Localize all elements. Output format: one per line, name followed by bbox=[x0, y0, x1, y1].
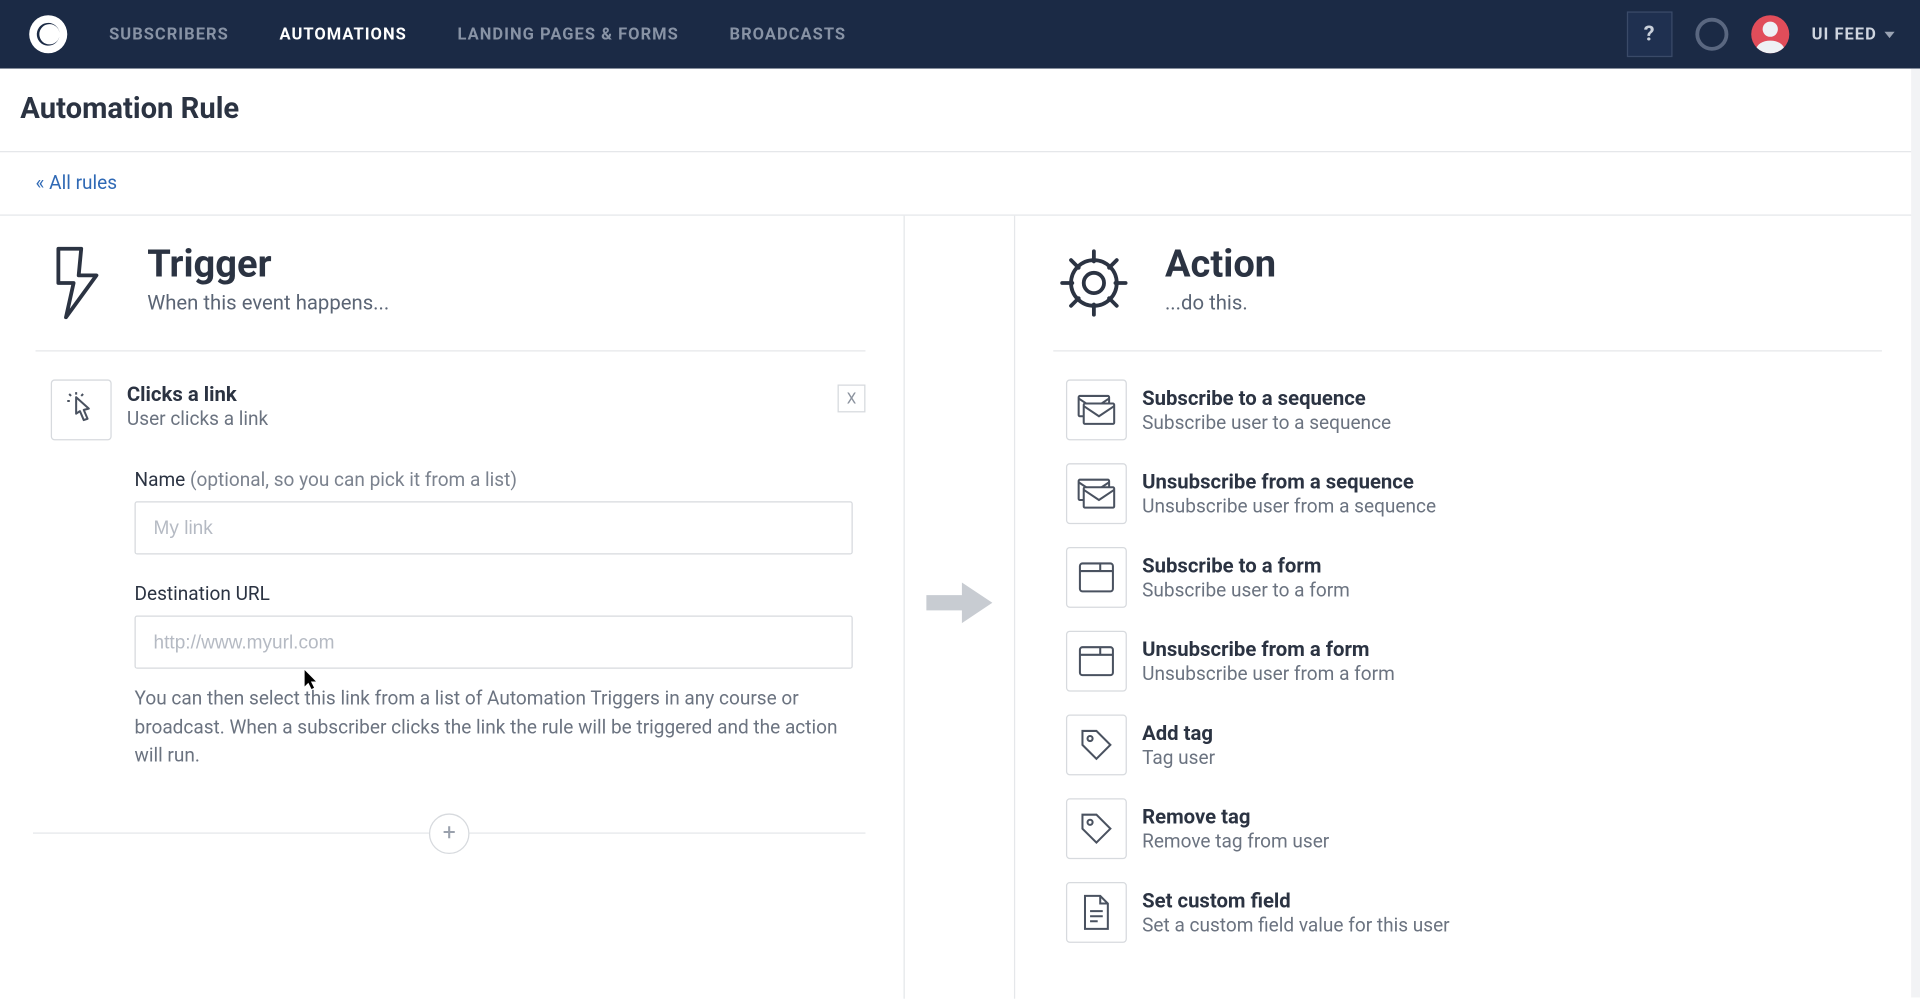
page-header: Automation Rule bbox=[0, 69, 1920, 153]
action-title: Action bbox=[1165, 244, 1276, 286]
arrow-right-icon bbox=[921, 577, 997, 628]
action-item[interactable]: Unsubscribe from a sequenceUnsubscribe u… bbox=[1066, 463, 1882, 524]
app-logo-icon[interactable] bbox=[25, 11, 71, 57]
action-item-title: Set custom field bbox=[1142, 888, 1450, 912]
trigger-help-text: You can then select this link from a lis… bbox=[135, 684, 853, 770]
url-input[interactable] bbox=[135, 615, 853, 668]
action-item-title: Unsubscribe from a form bbox=[1142, 637, 1395, 661]
action-item-subtitle: Unsubscribe user from a form bbox=[1142, 662, 1395, 685]
user-menu[interactable]: UI FEED bbox=[1812, 25, 1895, 44]
main-area: Trigger When this event happens... Click… bbox=[0, 216, 1920, 999]
window-icon bbox=[1066, 631, 1127, 692]
pointer-click-icon bbox=[51, 379, 112, 440]
name-field-label: Name (optional, so you can pick it from … bbox=[135, 468, 866, 491]
back-link[interactable]: « All rules bbox=[36, 171, 118, 194]
action-item-subtitle: Subscribe user to a form bbox=[1142, 579, 1350, 602]
page-title: Automation Rule bbox=[20, 91, 1899, 125]
trigger-subtitle: When this event happens... bbox=[147, 291, 389, 315]
action-item[interactable]: Set custom fieldSet a custom field value… bbox=[1066, 882, 1882, 943]
nav-landing-forms[interactable]: LANDING PAGES & FORMS bbox=[458, 25, 679, 44]
url-field-label: Destination URL bbox=[135, 582, 866, 605]
trigger-card-title: Clicks a link bbox=[127, 382, 268, 406]
doc-icon bbox=[1066, 882, 1127, 943]
pane-divider bbox=[904, 216, 1016, 999]
action-pane: Action ...do this. Subscribe to a sequen… bbox=[1015, 216, 1920, 999]
top-navbar: SUBSCRIBERS AUTOMATIONS LANDING PAGES & … bbox=[0, 0, 1920, 69]
action-subtitle: ...do this. bbox=[1165, 291, 1276, 315]
action-item-title: Subscribe to a form bbox=[1142, 553, 1350, 577]
action-item-subtitle: Subscribe user to a sequence bbox=[1142, 411, 1391, 434]
divider-line bbox=[470, 832, 866, 833]
nav-subscribers[interactable]: SUBSCRIBERS bbox=[109, 25, 229, 44]
chevron-down-icon bbox=[1884, 31, 1894, 37]
gear-icon bbox=[1053, 244, 1134, 323]
tag-icon bbox=[1066, 798, 1127, 859]
trigger-form: Name (optional, so you can pick it from … bbox=[135, 468, 866, 769]
nav-automations[interactable]: AUTOMATIONS bbox=[280, 25, 407, 44]
action-item[interactable]: Unsubscribe from a formUnsubscribe user … bbox=[1066, 631, 1882, 692]
user-menu-label: UI FEED bbox=[1812, 25, 1877, 44]
trigger-title: Trigger bbox=[147, 244, 389, 286]
trigger-header: Trigger When this event happens... bbox=[36, 244, 866, 352]
trigger-card-subtitle: User clicks a link bbox=[127, 407, 268, 430]
action-item[interactable]: Subscribe to a formSubscribe user to a f… bbox=[1066, 547, 1882, 608]
scrollbar-track[interactable] bbox=[1911, 69, 1920, 998]
action-item-title: Remove tag bbox=[1142, 805, 1329, 829]
action-item[interactable]: Remove tagRemove tag from user bbox=[1066, 798, 1882, 859]
breadcrumb-bar: « All rules bbox=[0, 152, 1920, 215]
primary-nav: SUBSCRIBERS AUTOMATIONS LANDING PAGES & … bbox=[109, 25, 846, 44]
trigger-pane: Trigger When this event happens... Click… bbox=[0, 216, 904, 999]
trigger-card: Clicks a link User clicks a link X bbox=[51, 379, 866, 440]
action-item-subtitle: Unsubscribe user from a sequence bbox=[1142, 495, 1436, 518]
action-list: Subscribe to a sequenceSubscribe user to… bbox=[1053, 379, 1882, 942]
action-item-title: Add tag bbox=[1142, 721, 1215, 745]
action-item-subtitle: Tag user bbox=[1142, 746, 1215, 769]
topbar-right: ? UI FEED bbox=[1626, 11, 1894, 57]
add-trigger-button[interactable]: + bbox=[429, 813, 470, 854]
action-item-subtitle: Remove tag from user bbox=[1142, 830, 1329, 853]
help-button[interactable]: ? bbox=[1626, 11, 1672, 57]
name-label-text: Name bbox=[135, 468, 186, 491]
avatar[interactable] bbox=[1751, 15, 1789, 53]
window-icon bbox=[1066, 547, 1127, 608]
remove-trigger-button[interactable]: X bbox=[838, 385, 866, 413]
tag-icon bbox=[1066, 714, 1127, 775]
mail-stack-icon bbox=[1066, 463, 1127, 524]
action-item[interactable]: Subscribe to a sequenceSubscribe user to… bbox=[1066, 379, 1882, 440]
action-item-title: Subscribe to a sequence bbox=[1142, 386, 1391, 410]
action-item[interactable]: Add tagTag user bbox=[1066, 714, 1882, 775]
nav-broadcasts[interactable]: BROADCASTS bbox=[730, 25, 847, 44]
name-input[interactable] bbox=[135, 501, 853, 554]
divider-line bbox=[33, 832, 429, 833]
action-header: Action ...do this. bbox=[1053, 244, 1882, 352]
status-circle-icon[interactable] bbox=[1695, 18, 1728, 51]
action-item-title: Unsubscribe from a sequence bbox=[1142, 470, 1436, 494]
mail-stack-icon bbox=[1066, 379, 1127, 440]
bolt-icon bbox=[36, 244, 117, 323]
name-label-hint: (optional, so you can pick it from a lis… bbox=[185, 468, 517, 491]
action-item-subtitle: Set a custom field value for this user bbox=[1142, 914, 1450, 937]
add-trigger-row: + bbox=[33, 813, 865, 854]
